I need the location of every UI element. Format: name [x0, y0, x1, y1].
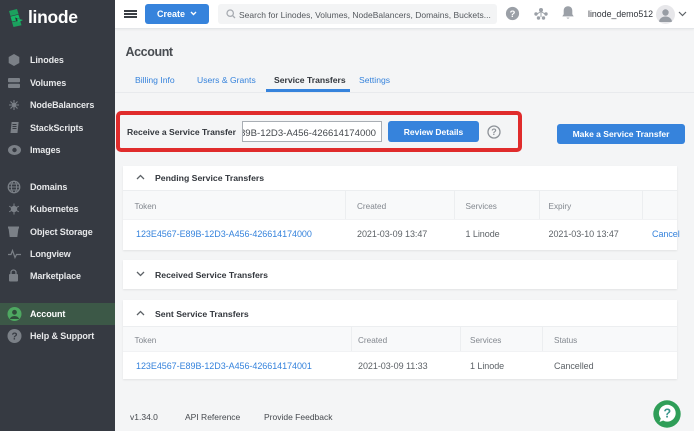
- svg-text:?: ?: [510, 9, 516, 20]
- svg-text:?: ?: [663, 406, 671, 420]
- svg-text:?: ?: [491, 127, 497, 137]
- svg-text:?: ?: [11, 331, 17, 342]
